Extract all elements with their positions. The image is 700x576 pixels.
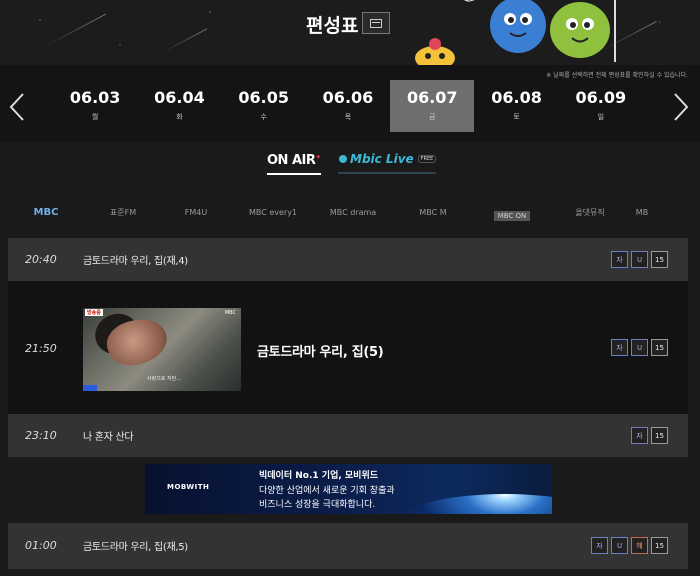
ad-globe (395, 494, 552, 514)
program-thumbnail[interactable]: 방송중 MBC 사랑으로 자란... (83, 308, 241, 391)
program-badges: 자 U 15 (611, 251, 668, 268)
program-title[interactable]: 나 혼자 산다 (83, 428, 134, 443)
page-title: 편성표 (306, 15, 359, 37)
channel-tabs: MBC 표준FM FM4U MBC every1 MBC drama MBC M… (0, 198, 700, 226)
ad-text: 다양한 산업에서 새로운 기회 창출과 (259, 486, 395, 496)
date-item[interactable]: 06.04 화 (137, 80, 221, 132)
commentary-badge: 해 (631, 537, 648, 554)
channel-tab-mbc-on: MBC ON (493, 210, 531, 221)
tab-mbic-live[interactable]: Mbic Live FREE (338, 152, 437, 174)
channel-tab-allthatmusic[interactable]: 올댓뮤직 (556, 207, 624, 218)
program-time: 23:10 (25, 429, 57, 442)
program-badges: 자 U 해 15 (591, 537, 668, 554)
tab-onair[interactable]: ON AIR• (267, 153, 321, 175)
schedule-row[interactable]: 01:00 금토드라마 우리, 집(재,5) 자 U 해 15 (8, 523, 688, 569)
channel-tab-standard-fm[interactable]: 표준FM (92, 207, 154, 218)
uhd-badge: U (631, 251, 648, 268)
date-selector: ※ 날짜를 선택하면 전체 편성표를 확인하실 수 있습니다. 06.03 월 0… (0, 65, 700, 142)
channel-tab-mbc-m[interactable]: MBC M (398, 208, 468, 217)
date-weekday: 금 (429, 113, 436, 121)
program-time: 21:50 (25, 342, 57, 355)
mbic-live-label: Mbic Live (350, 152, 414, 166)
date-item-selected[interactable]: 06.07 금 (390, 80, 475, 132)
ad-headline: 빅데이터 No.1 기업, 모비위드 (259, 471, 379, 481)
ad-text: 비즈니스 성장을 극대화합니다. (259, 500, 376, 510)
program-time: 01:00 (25, 539, 57, 552)
date-weekday: 수 (260, 113, 267, 121)
program-title[interactable]: 금토드라마 우리, 집(5) (257, 341, 384, 360)
date-weekday: 화 (176, 113, 183, 121)
schedule-row[interactable]: 23:10 나 혼자 산다 자 15 (8, 414, 688, 457)
age-rating-badge: 15 (651, 427, 668, 444)
channel-tab-every1[interactable]: MBC every1 (238, 208, 308, 217)
date-notice: ※ 날짜를 선택하면 전체 편성표를 확인하실 수 있습니다. (546, 72, 688, 79)
tv-icon (370, 18, 382, 28)
onair-dot: • (315, 153, 321, 163)
free-badge: FREE (417, 155, 437, 163)
program-time: 20:40 (25, 253, 57, 266)
tv-guide-button[interactable] (362, 12, 390, 34)
schedule-page: 편성표 ※ 날짜를 선택하면 전체 편성표를 확인하실 수 있습니다. 06.0… (0, 0, 700, 576)
caption-badge: 자 (611, 251, 628, 268)
program-title[interactable]: 금토드라마 우리, 집(재,5) (83, 538, 188, 553)
date-item[interactable]: 06.06 목 (306, 80, 390, 132)
program-title[interactable]: 금토드라마 우리, 집(재,4) (83, 252, 188, 267)
tab-onair-label: ON AIR (267, 153, 316, 168)
uhd-badge: U (631, 339, 648, 356)
date-item[interactable]: 06.08 토 (474, 80, 558, 132)
ad-brand: MOBWITH (167, 483, 210, 491)
date-number: 06.08 (491, 88, 542, 107)
date-item[interactable]: 06.09 일 (559, 80, 643, 132)
date-number: 06.04 (154, 88, 205, 107)
mascot-yellow-icon (415, 38, 455, 65)
channel-tab-mbc[interactable]: MBC (0, 207, 92, 218)
thumb-subtitle: 사랑으로 자란... (147, 376, 181, 382)
date-weekday: 일 (597, 113, 605, 121)
channel-tab-more[interactable]: MB (624, 208, 660, 217)
date-weekday: 토 (513, 113, 520, 121)
program-badges: 자 U 15 (611, 339, 668, 356)
date-weekday: 목 (344, 113, 352, 121)
schedule-row[interactable]: 20:40 금토드라마 우리, 집(재,4) 자 U 15 (8, 238, 688, 281)
chevron-right-icon[interactable] (672, 92, 690, 122)
mbic-logo-icon (339, 155, 347, 163)
caption-badge: 자 (611, 339, 628, 356)
date-number: 06.03 (69, 88, 121, 107)
program-badges: 자 15 (631, 427, 668, 444)
date-number: 06.06 (322, 88, 374, 107)
schedule-row-current[interactable]: 21:50 방송중 MBC 사랑으로 자란... 금토드라마 우리, 집(5) … (8, 281, 688, 414)
age-rating-badge: 15 (651, 339, 668, 356)
date-number: 06.05 (238, 88, 289, 107)
age-rating-badge: 15 (651, 251, 668, 268)
channel-tab-mbc-on-wrap[interactable]: MBC ON (468, 203, 556, 222)
mode-tabs: ON AIR• Mbic Live FREE (0, 142, 700, 192)
date-number: 06.07 (406, 88, 458, 107)
banner-ad[interactable]: MOBWITH 빅데이터 No.1 기업, 모비위드 다양한 산업에서 새로운 … (145, 464, 552, 514)
header-banner: 편성표 (0, 0, 700, 65)
date-list: 06.03 월 06.04 화 06.05 수 06.06 목 06.07 금 06.08… (53, 80, 643, 132)
date-weekday: 월 (91, 113, 99, 121)
chevron-left-icon[interactable] (8, 92, 26, 122)
mascot-green-icon (550, 0, 616, 62)
channel-tab-fm4u[interactable]: FM4U (154, 208, 238, 217)
date-item[interactable]: 06.03 월 (53, 80, 137, 132)
date-item[interactable]: 06.05 수 (222, 80, 306, 132)
onair-tag: 방송중 (85, 309, 103, 316)
age-rating-badge: 15 (651, 537, 668, 554)
thumb-channel-logo: MBC (224, 310, 236, 316)
thumb-progress (83, 385, 97, 391)
date-number: 06.09 (575, 88, 627, 107)
caption-badge: 자 (591, 537, 608, 554)
channel-tab-drama[interactable]: MBC drama (308, 208, 398, 217)
uhd-badge: U (611, 537, 628, 554)
caption-badge: 자 (631, 427, 648, 444)
